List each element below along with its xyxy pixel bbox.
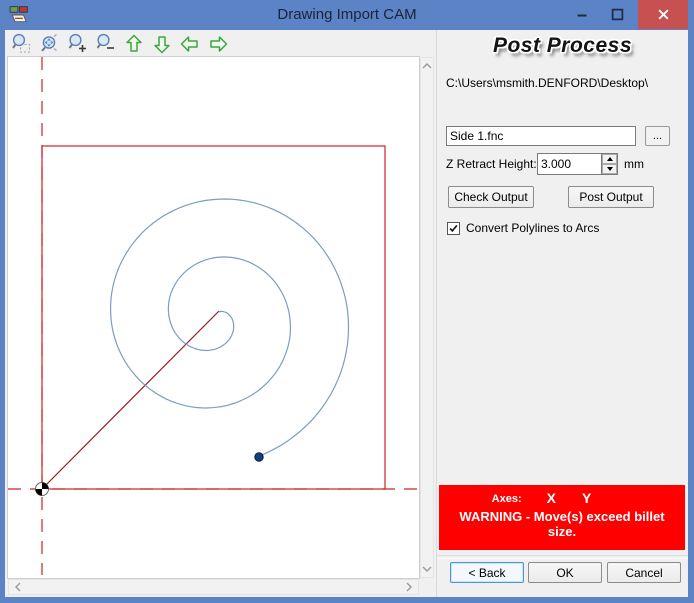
convert-polylines-checkbox[interactable] <box>447 221 460 235</box>
scroll-right-icon[interactable] <box>403 581 415 593</box>
ok-button[interactable]: OK <box>528 562 602 583</box>
pan-up-icon[interactable] <box>121 31 147 56</box>
cancel-button[interactable]: Cancel <box>607 562 681 583</box>
z-retract-input[interactable] <box>537 153 601 175</box>
post-process-panel: Post Process C:\Users\msmith.DENFORD\Des… <box>436 30 688 597</box>
z-retract-unit: mm <box>624 157 644 171</box>
zoom-window-icon[interactable] <box>9 31 35 56</box>
pan-left-icon[interactable] <box>177 31 203 56</box>
axis-y-indicator: Y <box>581 490 592 506</box>
minimize-button[interactable] <box>566 0 598 29</box>
check-output-button[interactable]: Check Output <box>448 186 534 208</box>
toolpath-endpoint <box>254 452 264 462</box>
footer-divider <box>437 555 688 559</box>
scroll-up-icon[interactable] <box>421 60 433 72</box>
drawing-import-cam-dialog: Drawing Import CAM Post Process C:\Users… <box>0 0 694 603</box>
view-toolbar <box>5 30 436 57</box>
canvas-horizontal-scrollbar[interactable] <box>8 579 419 595</box>
warning-message: WARNING - Move(s) exceed billet size. <box>459 509 665 539</box>
convert-polylines-row: Convert Polylines to Arcs <box>447 221 599 235</box>
spin-up-icon[interactable] <box>602 154 617 164</box>
pan-right-icon[interactable] <box>205 31 231 56</box>
z-retract-spinner <box>601 153 618 175</box>
axis-x-indicator: X <box>546 490 556 506</box>
browse-button[interactable]: ... <box>645 126 670 146</box>
zoom-out-icon[interactable] <box>93 31 119 56</box>
titlebar[interactable]: Drawing Import CAM <box>0 0 694 30</box>
output-path: C:\Users\msmith.DENFORD\Desktop\ <box>446 76 649 90</box>
post-output-button[interactable]: Post Output <box>568 186 654 208</box>
zoom-in-icon[interactable] <box>65 31 91 56</box>
filename-input[interactable] <box>446 126 636 146</box>
origin-marker <box>35 482 49 496</box>
canvas-client-area <box>5 30 436 597</box>
convert-polylines-label: Convert Polylines to Arcs <box>466 221 600 235</box>
axes-label: Axes: <box>491 493 522 505</box>
warning-axes-row: Axes: X Y <box>425 490 671 506</box>
maximize-button[interactable] <box>600 0 634 29</box>
pan-down-icon[interactable] <box>149 31 175 56</box>
toolpath-spiral <box>110 198 350 458</box>
z-retract-label: Z Retract Height: <box>446 157 537 171</box>
back-button[interactable]: < Back <box>450 562 524 583</box>
warning-banner: Axes: X Y WARNING - Move(s) exceed billet … <box>439 485 685 550</box>
zoom-dynamic-icon[interactable] <box>37 31 63 56</box>
spin-down-icon[interactable] <box>602 164 617 174</box>
close-button[interactable] <box>638 0 688 29</box>
scroll-down-icon[interactable] <box>421 563 433 575</box>
panel-title: Post Process <box>492 34 633 57</box>
scroll-left-icon[interactable] <box>12 581 24 593</box>
drawing-canvas[interactable] <box>8 57 419 578</box>
lead-in-line <box>41 310 220 490</box>
